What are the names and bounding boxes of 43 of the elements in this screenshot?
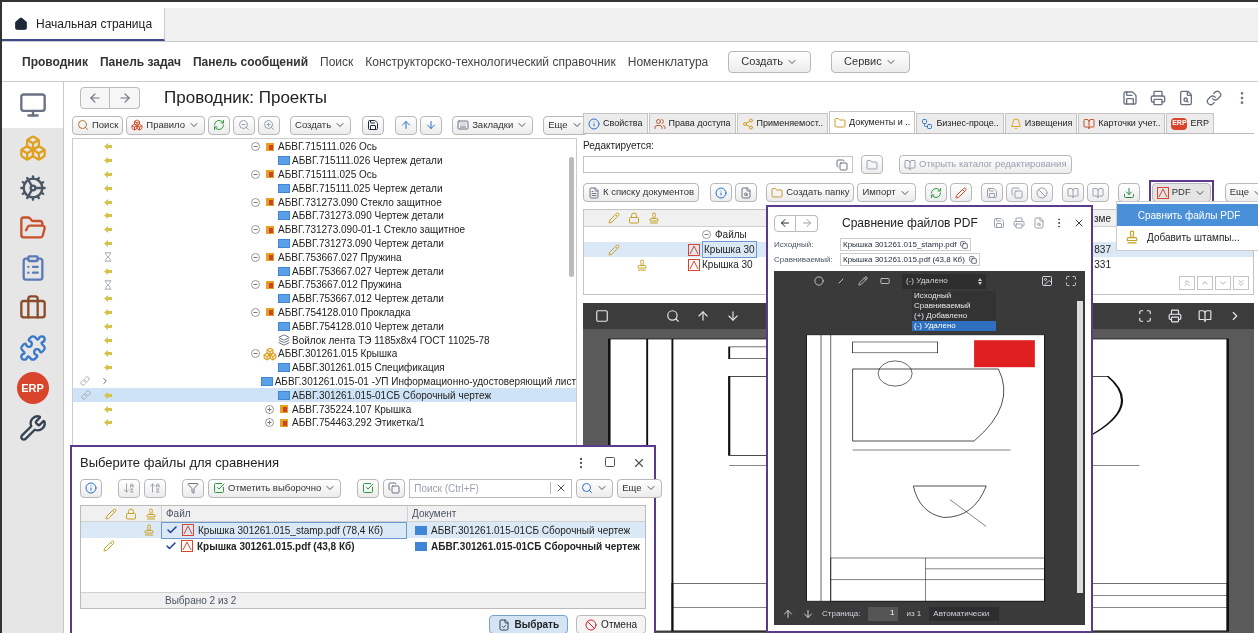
tree-item-label: АБВГ.301261.015 Спецификация: [292, 361, 445, 376]
tree-item-label: АБВГ.715111.025 Ось: [278, 168, 377, 182]
tree-item-label: АБВГ.753667.027 Чертеж детали: [292, 264, 444, 279]
tree-item-label: АБВГ.735224.107 Крышка: [292, 402, 412, 417]
field-label: Сравниваемый:: [774, 253, 834, 266]
field-label: Исходный:: [774, 238, 815, 251]
page-title: Проводник: Проекты: [164, 87, 327, 110]
dialog-title: Выберите файлы для сравнения: [80, 454, 279, 473]
tree-item-label: АБВГ.731273.090 Стекло защитное: [278, 195, 442, 210]
tree-item-label: Войлок лента ТЭ 1185x8x4 ГОСТ 11025-78: [292, 333, 490, 348]
tree-item-label: АБВГ.753667.012 Чертеж детали: [292, 292, 444, 307]
file-name: Крышка 30: [702, 258, 753, 272]
tree-item-label: АБВГ.715111.025 Чертеж детали: [292, 181, 443, 196]
tree-item-label: АБВГ.754128.010 Чертеж детали: [292, 319, 444, 334]
table-cell-text: 837: [1094, 243, 1111, 257]
column-header: зме: [1093, 211, 1111, 226]
file-name: Крышка 30: [702, 241, 757, 258]
column-header: Документ: [407, 506, 457, 521]
tree-item-label: АБВГ.731273.090-01-1 Стекло защитное: [278, 223, 466, 238]
page-label: Страница:: [822, 608, 861, 620]
tree-item-label: АБВГ.753667.012 Пружина: [278, 278, 402, 293]
tree-item-label: АБВГ.754128.010 Прокладка: [278, 305, 411, 320]
page-total: из 1: [906, 608, 922, 620]
tree-item-label: АБВГ.301261.015-01 -УП Информационно-удостоверяющий лист: [274, 374, 576, 389]
window-title: Сравнение файлов PDF: [842, 215, 978, 232]
selection-count: Выбрано 2 из 2: [164, 594, 237, 608]
table-cell-text: 331: [1094, 258, 1111, 272]
field-label: Редактируется:: [583, 139, 655, 153]
erp-logo: ERP: [16, 372, 49, 404]
tree-item-label: АБВГ.301261.015-01СБ Сборочный чертеж: [292, 388, 492, 403]
group-label: Файлы: [715, 228, 747, 242]
document-name: АБВГ.301261.015-01СБ Сборочный чертеж: [431, 539, 640, 554]
tree-item-label: АБВГ.731273.090 Чертеж детали: [292, 209, 444, 224]
column-header: Файл: [161, 506, 407, 521]
tree-item-label: АБВГ.731273.090 Чертеж детали: [292, 237, 444, 251]
file-name: Крышка 301261.015.pdf (43,8 Кб): [197, 539, 355, 554]
tree-item-label: АБВГ.715111.026 Чертеж детали: [292, 154, 443, 169]
tree-item-label: АБВГ.715111.026 Ось: [278, 140, 377, 155]
tree-item-label: АБВГ.753667.027 Пружина: [278, 250, 402, 265]
tree-item-label: АБВГ.301261.015 Крышка: [278, 347, 398, 362]
document-name: АБВГ.301261.015-01СБ Сборочный чертеж: [431, 523, 631, 538]
tree-item-label: АБВГ.754463.292 Этикетка/1: [292, 416, 425, 431]
file-name: Крышка 301261.015_stamp.pdf (78,4 Кб): [198, 523, 384, 538]
